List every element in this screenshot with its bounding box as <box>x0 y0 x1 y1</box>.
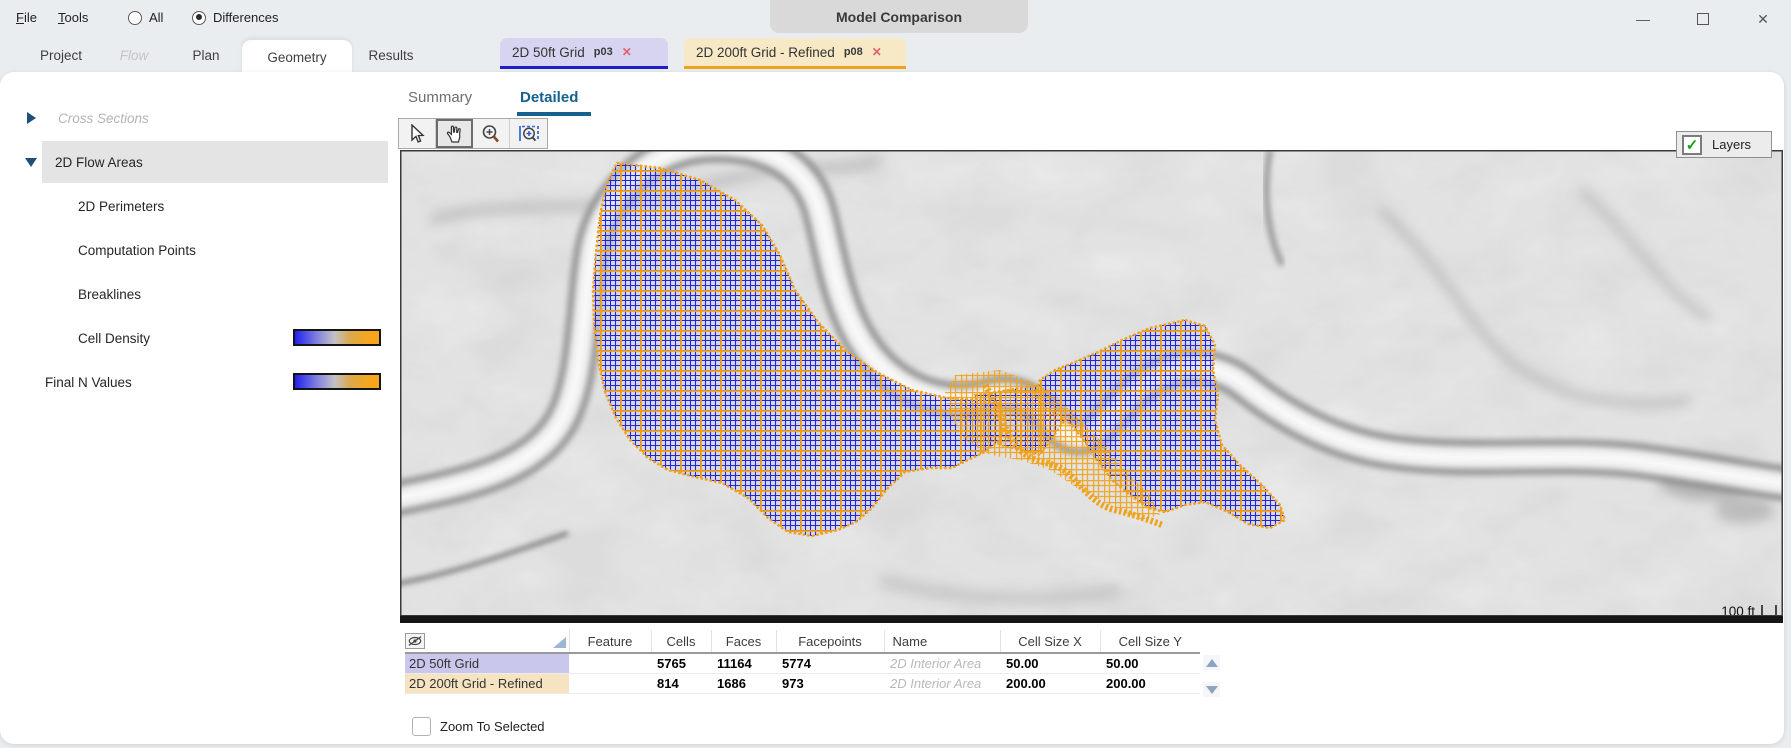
chevron-right-icon[interactable] <box>27 112 36 124</box>
cell-size-x-cell: 200.00 <box>1000 673 1100 693</box>
check-icon: ✓ <box>1686 136 1699 154</box>
magnifier-plus-icon <box>481 124 501 144</box>
tab-detailed[interactable]: Detailed <box>520 84 578 110</box>
close-tab-icon[interactable]: ✕ <box>622 45 632 59</box>
tab-plan[interactable]: Plan <box>182 40 230 70</box>
cells-cell: 814 <box>651 673 711 693</box>
zoom-window-tool[interactable] <box>510 119 547 148</box>
table-scrollbar[interactable] <box>1203 655 1220 697</box>
table-row-2d-50ft-grid[interactable]: 2D 50ft Grid 5765 11164 5774 2D Interior… <box>405 653 1200 673</box>
select-cursor-tool[interactable] <box>399 119 436 148</box>
cell-size-y-cell: 50.00 <box>1100 653 1200 673</box>
minimize-button[interactable]: — <box>1628 8 1658 30</box>
column-header-facepoints[interactable]: Facepoints <box>776 630 884 653</box>
menu-tools[interactable]: Tools <box>58 10 88 25</box>
window-title: Model Comparison <box>836 9 962 25</box>
facepoints-cell: 5774 <box>776 653 884 673</box>
maximize-button[interactable] <box>1688 8 1718 30</box>
arrow-up-icon <box>1206 659 1218 667</box>
zoom-to-selected-checkbox[interactable] <box>412 717 431 736</box>
column-header-name[interactable]: Name <box>884 630 1000 653</box>
comparison-table: Feature Cells Faces Facepoints Name Cell… <box>405 630 1200 694</box>
layers-label: Layers <box>1712 137 1751 152</box>
cell-size-x-cell: 50.00 <box>1000 653 1100 673</box>
map-canvas[interactable]: 100 ft <box>400 150 1783 623</box>
name-cell: 2D Interior Area <box>884 653 1000 673</box>
sort-indicator-icon <box>553 637 566 648</box>
maximize-icon <box>1697 13 1709 25</box>
column-header-cell-size-x[interactable]: Cell Size X <box>1000 630 1100 653</box>
cell-size-y-cell: 200.00 <box>1100 673 1200 693</box>
layers-checkbox[interactable]: ✓ <box>1682 135 1702 155</box>
tab-project[interactable]: Project <box>32 40 90 70</box>
column-header-feature[interactable]: Feature <box>569 630 651 653</box>
active-tab-underline <box>517 112 591 116</box>
tab-flow[interactable]: Flow <box>112 40 156 70</box>
model-tab-2d-200ft-grid-refined[interactable]: 2D 200ft Grid - Refined p08 ✕ <box>684 38 906 69</box>
tree-item-2d-perimeters[interactable]: 2D Perimeters <box>78 189 164 223</box>
hand-icon <box>445 124 464 144</box>
cells-cell: 5765 <box>651 653 711 673</box>
radio-differences-label: Differences <box>213 10 279 25</box>
menu-file[interactable]: File <box>16 10 37 25</box>
model-tab-label: 2D 50ft Grid <box>512 45 585 60</box>
eye-slash-icon <box>405 633 425 649</box>
facepoints-cell: 973 <box>776 673 884 693</box>
feature-cell <box>569 653 651 673</box>
close-button[interactable]: ✕ <box>1748 8 1778 30</box>
tree-item-2d-flow-areas[interactable]: 2D Flow Areas <box>25 145 143 179</box>
feature-cell <box>569 673 651 693</box>
zoom-to-selected-label: Zoom To Selected <box>440 719 545 734</box>
close-tab-icon[interactable]: ✕ <box>872 45 882 59</box>
radio-all-label: All <box>149 10 163 25</box>
faces-cell: 1686 <box>711 673 776 693</box>
column-header-cells[interactable]: Cells <box>651 630 711 653</box>
faces-cell: 11164 <box>711 653 776 673</box>
layers-button[interactable]: ✓ Layers <box>1676 131 1772 158</box>
radio-differences[interactable]: Differences <box>192 10 279 25</box>
tab-results[interactable]: Results <box>364 40 418 70</box>
tree-item-computation-points[interactable]: Computation Points <box>78 233 196 267</box>
radio-differences-circle[interactable] <box>192 11 206 25</box>
zoom-to-selected-row[interactable]: Zoom To Selected <box>412 717 545 736</box>
terrain-hillshade-map: 100 ft <box>400 150 1783 623</box>
feature-name-cell[interactable]: 2D 50ft Grid <box>405 653 569 673</box>
table-row-2d-200ft-grid-refined[interactable]: 2D 200ft Grid - Refined 814 1686 973 2D … <box>405 673 1200 693</box>
visibility-column-header[interactable] <box>405 630 569 653</box>
plan-badge: p08 <box>844 46 863 58</box>
cursor-arrow-icon <box>408 124 426 144</box>
radio-all-circle[interactable] <box>128 11 142 25</box>
scroll-up-button[interactable] <box>1203 655 1220 670</box>
tab-geometry[interactable]: Geometry <box>242 40 352 74</box>
final-n-values-legend <box>293 373 381 390</box>
column-header-faces[interactable]: Faces <box>711 630 776 653</box>
feature-name-cell[interactable]: 2D 200ft Grid - Refined <box>405 673 569 693</box>
tree-item-cross-sections[interactable]: Cross Sections <box>27 101 149 135</box>
column-header-cell-size-y[interactable]: Cell Size Y <box>1100 630 1200 653</box>
tree-item-cell-density[interactable]: Cell Density <box>78 321 150 355</box>
table-header-row: Feature Cells Faces Facepoints Name Cell… <box>405 630 1200 653</box>
chevron-down-icon[interactable] <box>25 158 37 167</box>
radio-all[interactable]: All <box>128 10 163 25</box>
scroll-down-button[interactable] <box>1203 682 1220 697</box>
tree-item-final-n-values[interactable]: Final N Values <box>45 365 132 399</box>
window-title-pill: Model Comparison <box>770 0 1028 33</box>
tree-item-breaklines[interactable]: Breaklines <box>78 277 141 311</box>
magnifier-window-icon <box>518 124 540 144</box>
arrow-down-icon <box>1206 686 1218 694</box>
map-toolbar <box>398 118 548 149</box>
plan-badge: p03 <box>594 46 613 58</box>
cell-density-legend <box>293 329 381 346</box>
tab-summary[interactable]: Summary <box>408 84 472 110</box>
model-tab-label: 2D 200ft Grid - Refined <box>696 45 835 60</box>
zoom-in-tool[interactable] <box>473 119 510 148</box>
model-tab-2d-50ft-grid[interactable]: 2D 50ft Grid p03 ✕ <box>500 38 668 69</box>
name-cell: 2D Interior Area <box>884 673 1000 693</box>
pan-hand-tool[interactable] <box>436 119 473 148</box>
